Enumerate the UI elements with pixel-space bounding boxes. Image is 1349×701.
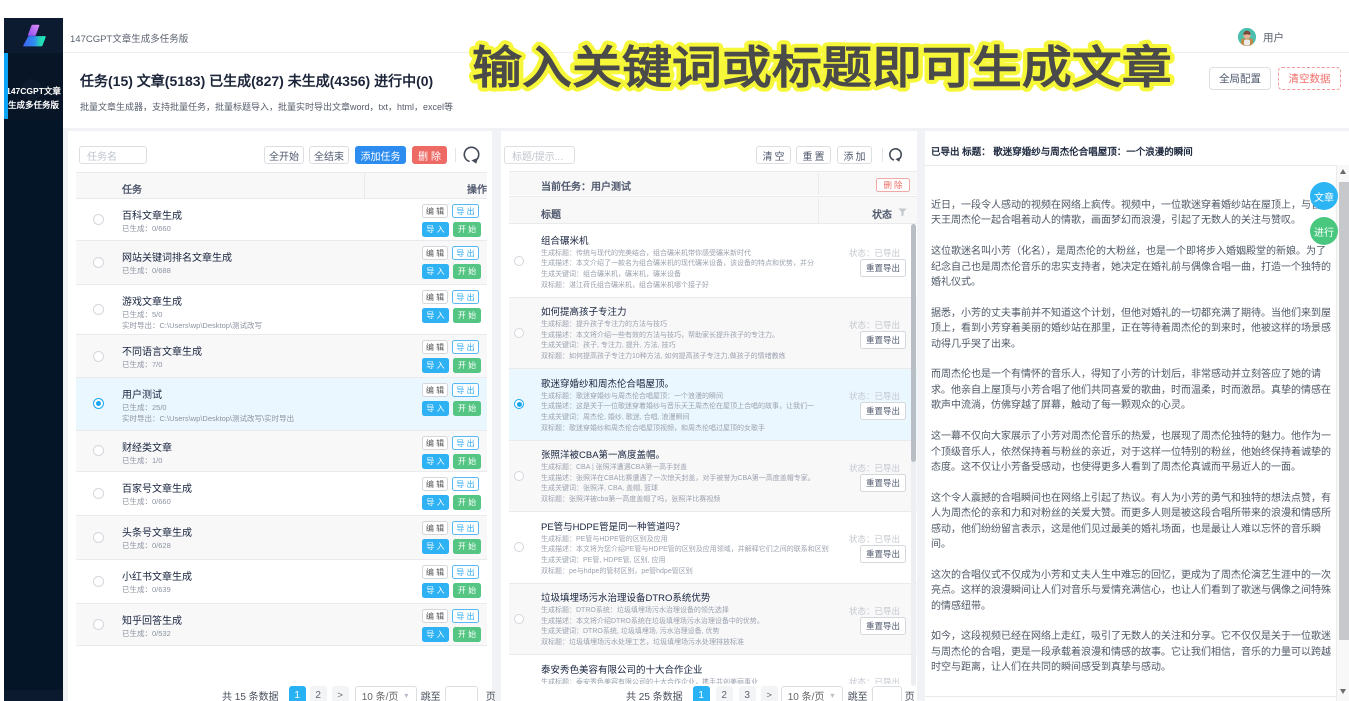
svg-text:输入关键词或标题即可生成文章: 输入关键词或标题即可生成文章	[472, 42, 1172, 93]
